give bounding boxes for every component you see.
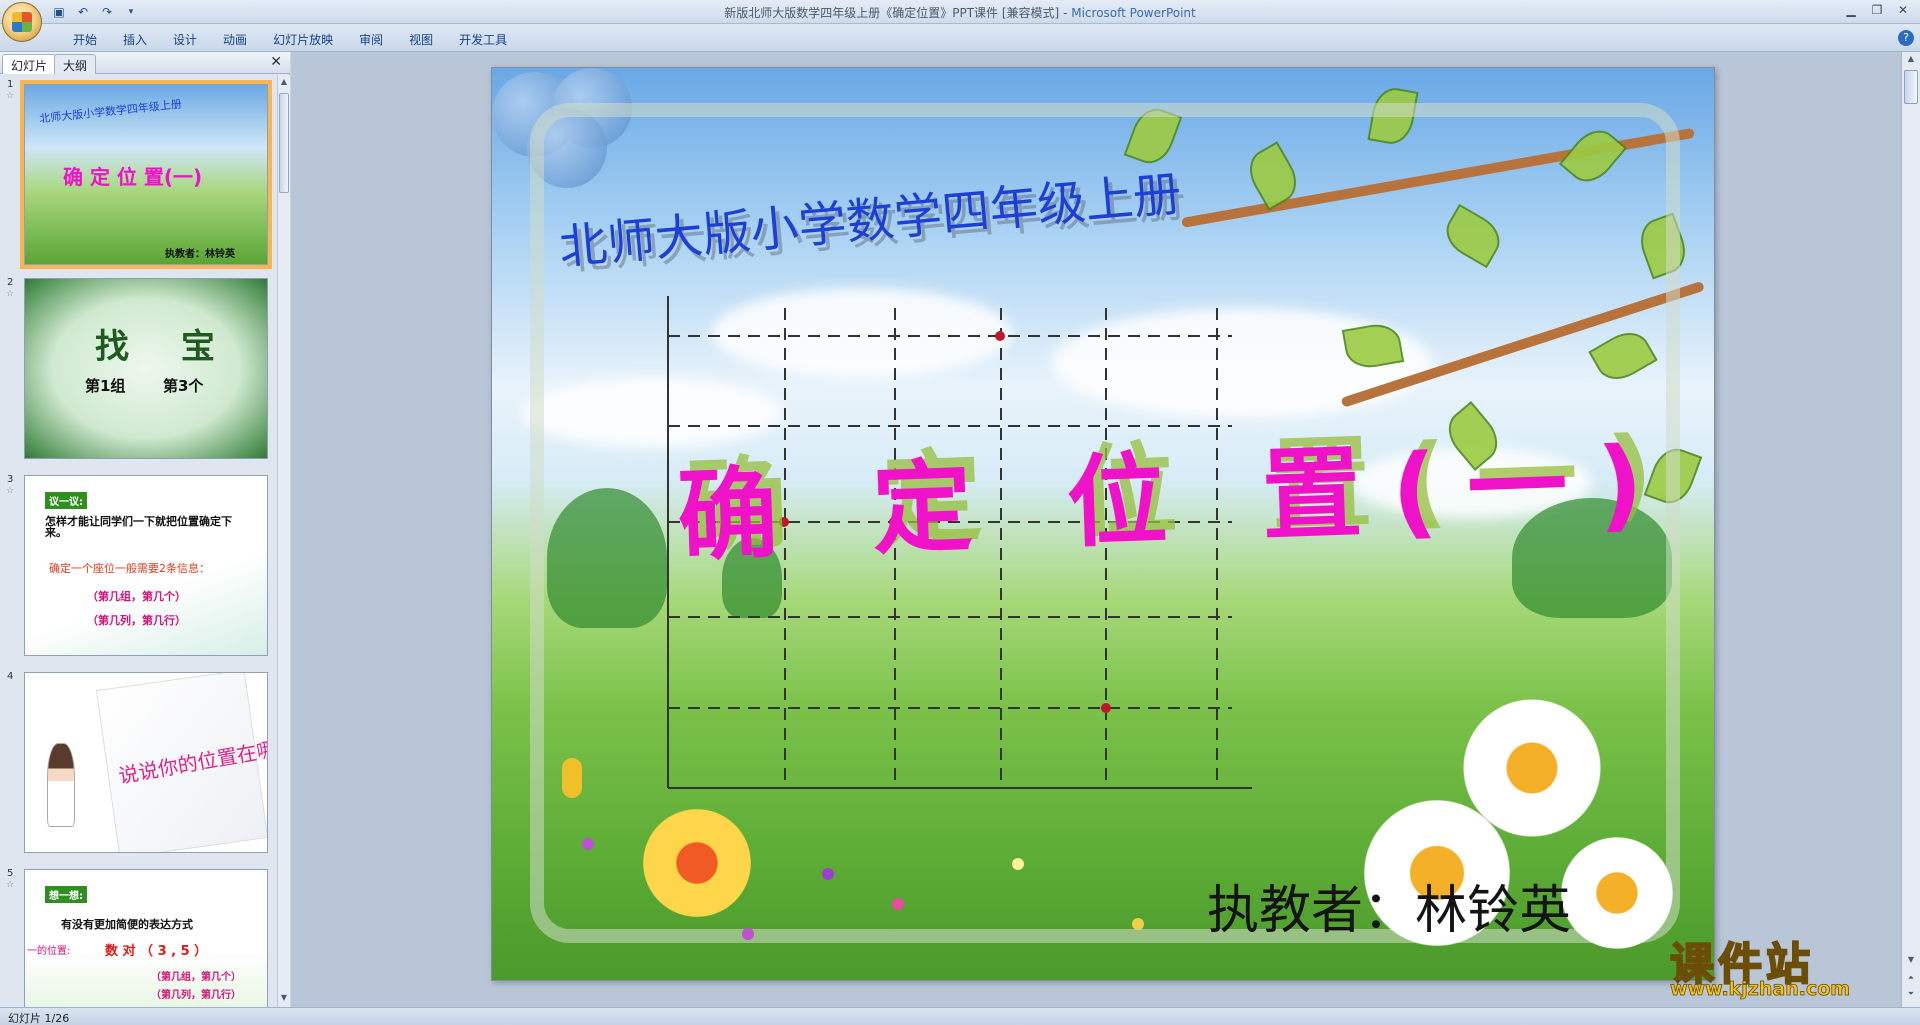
small-flower-icon [892, 898, 904, 910]
tab-developer[interactable]: 开发工具 [446, 29, 520, 50]
watermark-url: www.kjzhan.com [1670, 978, 1851, 1001]
grid-point [1101, 703, 1111, 713]
thumbnail-number: 4 [7, 671, 14, 682]
animation-star-icon: ☆ [6, 486, 15, 496]
small-flower-icon [822, 868, 834, 880]
minimize-icon[interactable]: ▁ [1838, 0, 1864, 20]
thumb-question: 怎样才能让同学们一下就把位置确定下来。 [45, 515, 232, 539]
ribbon-tabs: 开始 插入 设计 动画 幻灯片放映 审阅 视图 开发工具 [60, 29, 520, 50]
animation-star-icon: ☆ [6, 91, 15, 101]
thumb-line1: 确定一个座位一般需要2条信息： [49, 562, 210, 575]
pane-tabs: 幻灯片 大纲 ✕ [0, 52, 290, 74]
orange-flower-icon [632, 798, 762, 928]
tab-design[interactable]: 设计 [160, 29, 210, 50]
small-flower-icon [1012, 858, 1024, 870]
slides-pane: 幻灯片 大纲 ✕ 1 ☆ 北师大版小学数学四年级上册 确 定 位 置(一) 执教… [0, 52, 290, 1007]
window-title: 新版北师大版数学四年级上册《确定位置》PPT课件 [兼容模式] - Micros… [0, 4, 1920, 21]
status-bar: 幻灯片 1/26 [0, 1007, 1920, 1025]
scroll-up-icon[interactable]: ▲ [1906, 54, 1916, 66]
app-name: Microsoft PowerPoint [1071, 6, 1196, 20]
thumb-position: 第3个 [163, 377, 204, 395]
tab-slides[interactable]: 幻灯片 [2, 54, 57, 74]
tab-insert[interactable]: 插入 [110, 29, 160, 50]
thumb-pair: 数 对 （ 3 , 5 ） [105, 944, 208, 959]
thumbnail-number: 5 [7, 868, 14, 879]
office-logo-icon [12, 12, 32, 32]
thumbnail-row-2[interactable]: 2 ☆ 找 宝 第1组 第3个 [0, 273, 276, 469]
slide-thumbnails: 1 ☆ 北师大版小学数学四年级上册 确 定 位 置(一) 执教者：林铃英 2 ☆… [0, 75, 276, 1007]
scroll-down-icon[interactable]: ▼ [279, 993, 289, 1005]
tab-outline[interactable]: 大纲 [54, 54, 97, 74]
scroll-up-icon[interactable]: ▲ [279, 77, 289, 89]
slide-thumbnail-5[interactable]: 想一想: 有没有更加简便的表达方式 一的位置: 数 对 （ 3 , 5 ） （第… [24, 869, 268, 1007]
thumb-author: 执教者：林铃英 [165, 249, 235, 260]
slide-thumbnail-4[interactable]: 说说你的位置在哪里？ [24, 672, 268, 853]
thumb-left-label: 一的位置: [27, 946, 71, 957]
thumb-line2: （第几组，第几个） [87, 590, 186, 603]
scrollbar-thumb[interactable] [279, 93, 289, 193]
small-flower-icon [582, 838, 594, 850]
pane-close-icon[interactable]: ✕ [270, 54, 282, 70]
small-flower-icon [742, 928, 754, 940]
slide-author[interactable]: 执教者：林铃英 [1207, 868, 1571, 943]
current-slide[interactable]: 北师大版小学数学四年级上册 确 定 位 置(一) 执教者：林铃英 [491, 67, 1715, 981]
tab-review[interactable]: 审阅 [346, 29, 396, 50]
scroll-down-icon[interactable]: ▼ [1906, 955, 1916, 967]
slide-thumbnail-2[interactable]: 找 宝 第1组 第3个 [24, 278, 268, 459]
tab-slideshow[interactable]: 幻灯片放映 [260, 29, 346, 50]
animation-star-icon: ☆ [6, 880, 15, 890]
grid-point [995, 331, 1005, 341]
daisy-flower-icon [1552, 828, 1682, 958]
thumb-subtitle: 北师大版小学数学四年级上册 [38, 97, 183, 126]
tab-view[interactable]: 视图 [396, 29, 446, 50]
title-bar: ▣ ↶ ↷ ▾ 新版北师大版数学四年级上册《确定位置》PPT课件 [兼容模式] … [0, 0, 1920, 42]
help-icon[interactable]: ? [1898, 30, 1914, 46]
thumbnail-number: 2 [7, 277, 14, 288]
next-slide-icon[interactable]: ⏷ [1906, 989, 1916, 1001]
animation-star-icon: ☆ [6, 289, 15, 299]
thumbnail-row-3[interactable]: 3 ☆ 议一议: 怎样才能让同学们一下就把位置确定下来。 确定一个座位一般需要2… [0, 470, 276, 666]
slide-counter: 幻灯片 1/26 [8, 1012, 70, 1025]
ribbon: 开始 插入 设计 动画 幻灯片放映 审阅 视图 开发工具 ? [0, 24, 1920, 52]
thumb-line2: （第几列，第几行） [151, 990, 241, 1001]
tab-home[interactable]: 开始 [60, 29, 110, 50]
tab-animations[interactable]: 动画 [210, 29, 260, 50]
office-button[interactable] [2, 2, 42, 42]
thumbnail-number: 3 [7, 474, 14, 485]
thumbnail-row-5[interactable]: 5 ☆ 想一想: 有没有更加简便的表达方式 一的位置: 数 对 （ 3 , 5 … [0, 864, 276, 1007]
thumbnail-row-1[interactable]: 1 ☆ 北师大版小学数学四年级上册 确 定 位 置(一) 执教者：林铃英 [0, 75, 276, 271]
close-icon[interactable]: ✕ [1890, 0, 1916, 20]
thumb-question: 有没有更加简便的表达方式 [61, 918, 193, 931]
thumb-title: 找 宝 [95, 327, 235, 367]
thumb-title: 确 定 位 置(一) [63, 165, 203, 189]
small-flower-icon [1132, 918, 1144, 930]
thumb-tag: 想一想: [45, 886, 87, 903]
thumb-line3: （第几列，第几行） [87, 614, 186, 627]
document-title: 新版北师大版数学四年级上册《确定位置》PPT课件 [兼容模式] [724, 6, 1060, 20]
title-separator: - [1063, 6, 1068, 20]
thumb-line1: （第几组，第几个） [151, 972, 241, 983]
thumb-tag: 议一议: [45, 492, 87, 509]
slide-thumbnail-3[interactable]: 议一议: 怎样才能让同学们一下就把位置确定下来。 确定一个座位一般需要2条信息：… [24, 475, 268, 656]
previous-slide-icon[interactable]: ⏶ [1906, 973, 1916, 985]
window-controls: ▁ ❐ ✕ [1838, 0, 1916, 20]
watermark-logo: 课件站 www.kjzhan.com [1669, 928, 1898, 1004]
thumbnail-number: 1 [7, 79, 14, 90]
thumbnail-scrollbar[interactable]: ▲ ▼ [277, 75, 290, 1007]
slide-thumbnail-1[interactable]: 北师大版小学数学四年级上册 确 定 位 置(一) 执教者：林铃英 [20, 80, 272, 269]
thumbnail-row-4[interactable]: 4 说说你的位置在哪里？ [0, 667, 276, 863]
tulip-flower-icon [562, 758, 582, 798]
girl-illustration-icon [47, 743, 75, 827]
slide-scrollbar[interactable]: ▲ ▼ ⏶ ⏷ [1901, 52, 1920, 1007]
thumb-group: 第1组 [85, 377, 126, 395]
scrollbar-thumb[interactable] [1904, 70, 1918, 104]
maximize-icon[interactable]: ❐ [1864, 0, 1890, 20]
